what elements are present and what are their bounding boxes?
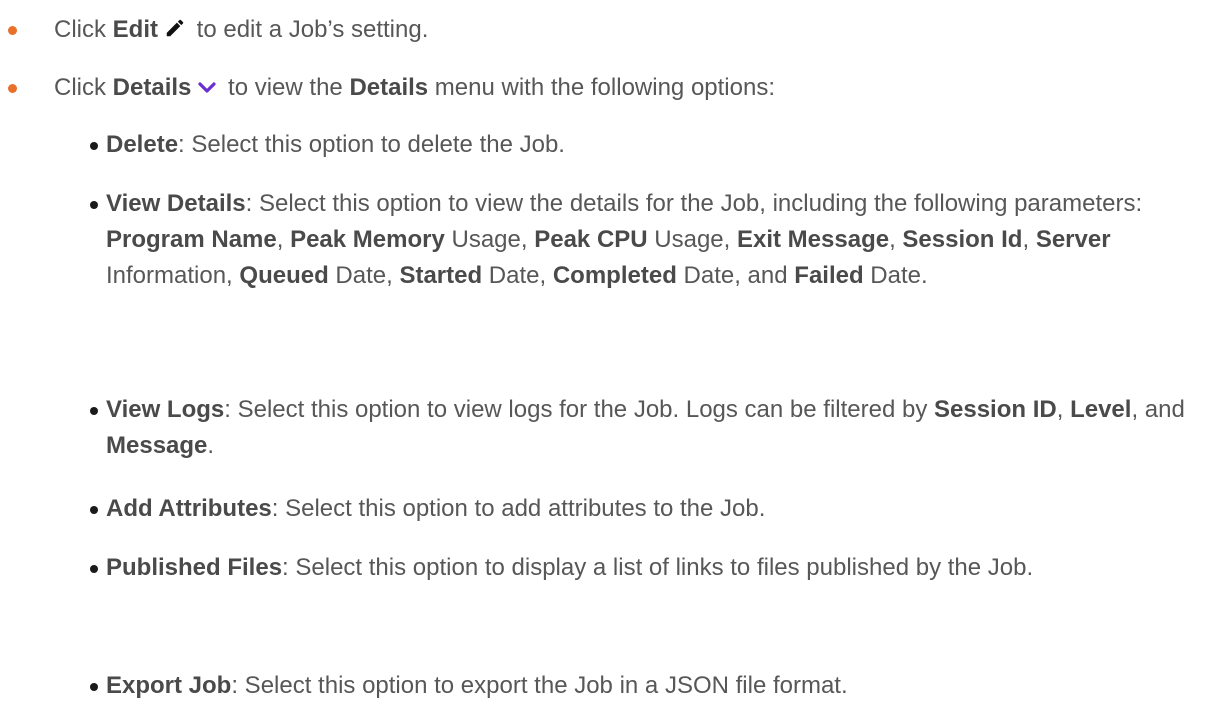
option-published-files: Published Files: Select this option to d…: [88, 550, 1188, 586]
orange-bullet: [8, 26, 17, 35]
option-delete: Delete: Select this option to delete the…: [88, 127, 1188, 163]
bullet: [90, 565, 98, 573]
bullet: [90, 201, 98, 209]
bullet: [90, 683, 98, 691]
document-body: Click Edit to edit a Job’s setting. Clic…: [0, 0, 1205, 723]
orange-bullet: [8, 84, 17, 93]
option-export-job: Export Job: Select this option to export…: [88, 668, 1188, 704]
bullet: [90, 142, 98, 150]
option-add-attributes: Add Attributes: Select this option to ad…: [88, 491, 1188, 527]
details-label: Details: [112, 74, 192, 101]
option-view-details: View Details: Select this option to view…: [88, 186, 1188, 294]
option-view-logs: View Logs: Select this option to view lo…: [88, 392, 1188, 464]
edit-label: Edit: [112, 16, 158, 43]
bullet: [90, 506, 98, 514]
chevron-down-icon: [197, 72, 217, 108]
bullet: [90, 407, 98, 415]
pencil-icon: [164, 14, 186, 50]
